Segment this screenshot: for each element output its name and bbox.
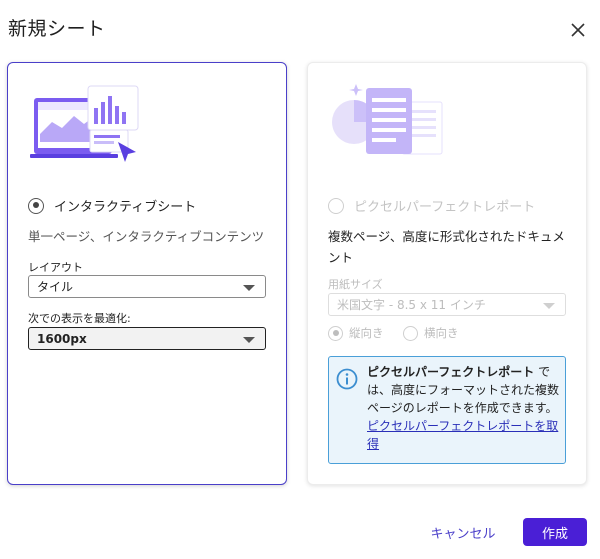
layout-label: レイアウト bbox=[28, 261, 83, 274]
layout-select[interactable]: タイル bbox=[28, 275, 266, 298]
radio-selected-icon[interactable] bbox=[28, 197, 44, 214]
info-bold-text: ピクセルパーフェクトレポート bbox=[367, 365, 535, 379]
document-report-illustration-icon bbox=[332, 84, 443, 155]
chevron-down-icon bbox=[243, 337, 255, 343]
info-callout: ピクセルパーフェクトレポート では、高度にフォーマットされた複数ページのレポート… bbox=[328, 356, 566, 464]
orientation-portrait-radio: 縦向き bbox=[328, 325, 384, 341]
radio-selected-icon bbox=[328, 325, 343, 341]
get-pixel-perfect-link[interactable]: ピクセルパーフェクトレポートを取得 bbox=[367, 419, 558, 451]
chevron-down-icon bbox=[243, 285, 255, 291]
layout-value: タイル bbox=[37, 280, 74, 294]
paper-size-value: 米国文字 - 8.5 x 11 インチ bbox=[337, 298, 486, 312]
info-icon bbox=[336, 368, 358, 390]
info-text: ピクセルパーフェクトレポート では、高度にフォーマットされた複数ページのレポート… bbox=[367, 363, 561, 453]
pixel-perfect-description: 複数ページ、高度に形式化されたドキュメント bbox=[328, 229, 565, 265]
dashboard-illustration-icon bbox=[30, 85, 139, 162]
orientation-landscape-radio: 横向き bbox=[403, 325, 459, 341]
cancel-button[interactable]: キャンセル bbox=[422, 518, 504, 546]
close-icon[interactable] bbox=[568, 20, 588, 40]
optimize-value: 1600px bbox=[37, 331, 87, 346]
interactive-description: 単一ページ、インタラクティブコンテンツ bbox=[28, 229, 265, 244]
chevron-down-icon bbox=[543, 303, 555, 309]
interactive-sheet-radio[interactable]: インタラクティブシート bbox=[28, 196, 196, 215]
page-title: 新規シート bbox=[8, 18, 106, 40]
pixel-perfect-radio: ピクセルパーフェクトレポート bbox=[328, 196, 535, 215]
radio-unselected-icon bbox=[403, 325, 418, 341]
orientation-portrait-label: 縦向き bbox=[349, 326, 384, 340]
interactive-sheet-label: インタラクティブシート bbox=[54, 200, 197, 215]
pixel-perfect-label: ピクセルパーフェクトレポート bbox=[354, 200, 536, 215]
create-button[interactable]: 作成 bbox=[523, 518, 587, 546]
paper-size-label: 用紙サイズ bbox=[328, 278, 383, 291]
optimize-select[interactable]: 1600px bbox=[28, 327, 266, 350]
orientation-landscape-label: 横向き bbox=[424, 326, 459, 340]
paper-size-select: 米国文字 - 8.5 x 11 インチ bbox=[328, 293, 566, 316]
radio-unselected-icon bbox=[328, 197, 344, 214]
optimize-label: 次での表示を最適化: bbox=[28, 312, 131, 325]
